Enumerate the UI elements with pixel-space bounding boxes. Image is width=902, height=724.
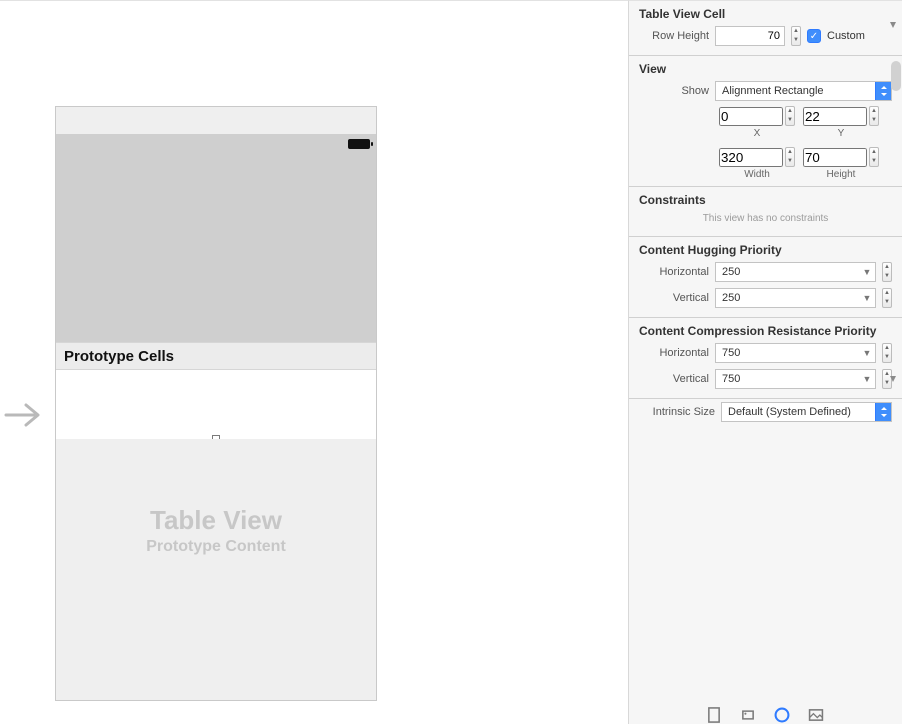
size-inspector-panel: Table View Cell Row Height ▲▼ ✓ Custom V… (628, 0, 902, 724)
hugging-vertical-value: 250 (722, 292, 740, 304)
code-snippet-icon[interactable] (739, 708, 757, 722)
no-constraints-hint: This view has no constraints (629, 209, 902, 230)
table-view-cell-section-title: Table View Cell (629, 1, 902, 23)
view-section-title: View (629, 56, 902, 78)
x-stepper[interactable]: ▲▼ (785, 106, 795, 126)
chevron-down-icon: ▼ (859, 289, 875, 307)
chevron-down-icon: ▼ (859, 344, 875, 362)
select-arrows-icon (875, 403, 891, 421)
table-view-placeholder[interactable]: Table View Prototype Content (56, 439, 376, 699)
width-field[interactable] (719, 148, 783, 167)
hugging-vertical-label: Vertical (639, 292, 709, 304)
hugging-horizontal-stepper[interactable]: ▲▼ (882, 262, 892, 282)
chevron-down-icon: ▼ (859, 370, 875, 388)
height-field[interactable] (803, 148, 867, 167)
table-view-title: Table View (150, 505, 282, 536)
table-view-subtitle: Prototype Content (146, 538, 286, 556)
prototype-cells-label: Prototype Cells (64, 348, 174, 365)
compression-vertical-select[interactable]: 750 ▼ (715, 369, 876, 389)
row-height-label: Row Height (639, 30, 709, 42)
hugging-horizontal-value: 250 (722, 266, 740, 278)
compression-horizontal-stepper[interactable]: ▲▼ (882, 343, 892, 363)
y-field[interactable] (803, 107, 867, 126)
media-library-icon[interactable] (807, 708, 825, 722)
x-field[interactable] (719, 107, 783, 126)
compression-vertical-value: 750 (722, 373, 740, 385)
compression-section-title: Content Compression Resistance Priority (629, 318, 902, 340)
hugging-section-title: Content Hugging Priority (629, 237, 902, 259)
height-stepper[interactable]: ▲▼ (869, 147, 879, 167)
section-collapse-icon[interactable] (888, 17, 898, 27)
entry-point-arrow-icon (4, 399, 44, 431)
compression-vertical-label: Vertical (639, 373, 709, 385)
hugging-horizontal-select[interactable]: 250 ▼ (715, 262, 876, 282)
compression-horizontal-value: 750 (722, 347, 740, 359)
hugging-vertical-stepper[interactable]: ▲▼ (882, 288, 892, 308)
height-label: Height (827, 169, 856, 180)
intrinsic-size-value: Default (System Defined) (728, 406, 851, 418)
constraints-section-title: Constraints (629, 187, 902, 209)
storyboard-canvas[interactable]: Prototype Cells Table View Prototype Con… (0, 0, 628, 724)
show-label: Show (639, 85, 709, 97)
row-height-stepper[interactable]: ▲▼ (791, 26, 801, 46)
table-view-cell[interactable] (56, 370, 376, 440)
inspector-scrollbar[interactable] (891, 61, 901, 91)
chevron-down-icon: ▼ (859, 263, 875, 281)
custom-checkbox[interactable]: ✓ (807, 29, 821, 43)
x-label: X (754, 128, 761, 139)
show-select[interactable]: Alignment Rectangle (715, 81, 892, 101)
battery-icon (348, 139, 370, 149)
y-label: Y (838, 128, 845, 139)
section-collapse-icon[interactable] (888, 371, 898, 381)
hugging-vertical-select[interactable]: 250 ▼ (715, 288, 876, 308)
row-height-row: Row Height ▲▼ ✓ Custom (629, 23, 902, 49)
hugging-horizontal-label: Horizontal (639, 266, 709, 278)
show-select-value: Alignment Rectangle (722, 85, 824, 97)
intrinsic-size-select[interactable]: Default (System Defined) (721, 402, 892, 422)
object-library-icon[interactable] (773, 708, 791, 722)
intrinsic-size-label: Intrinsic Size (639, 406, 715, 418)
compression-horizontal-select[interactable]: 750 ▼ (715, 343, 876, 363)
compression-horizontal-label: Horizontal (639, 347, 709, 359)
navigation-bar-area[interactable] (56, 154, 376, 342)
row-height-field[interactable] (715, 26, 785, 46)
status-bar (56, 134, 376, 154)
custom-label: Custom (827, 30, 865, 42)
show-row: Show Alignment Rectangle (629, 78, 902, 104)
prototype-cells-header: Prototype Cells (56, 342, 376, 370)
select-arrows-icon (875, 82, 891, 100)
y-stepper[interactable]: ▲▼ (869, 106, 879, 126)
file-template-icon[interactable] (705, 708, 723, 722)
library-toolbar (705, 708, 825, 722)
width-label: Width (744, 169, 770, 180)
width-stepper[interactable]: ▲▼ (785, 147, 795, 167)
